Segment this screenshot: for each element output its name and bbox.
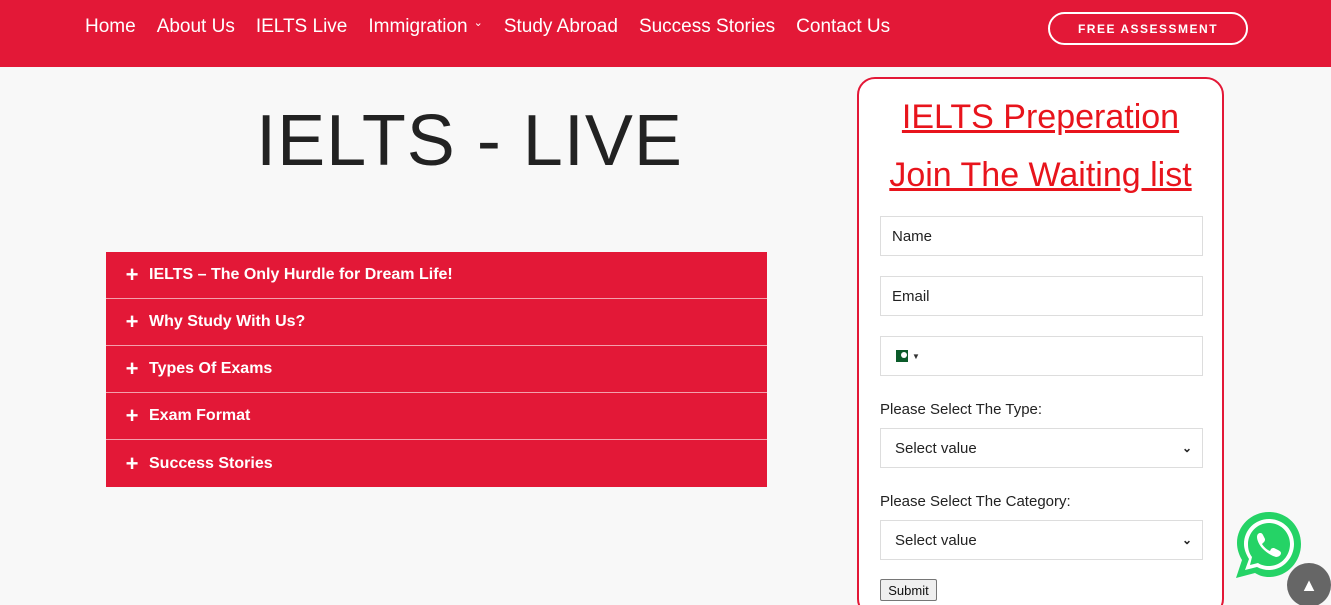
page-title: IELTS - LIVE <box>256 101 683 181</box>
type-label: Please Select The Type: <box>880 401 1043 418</box>
plus-icon: + <box>125 450 139 476</box>
chevron-down-icon: ⌄ <box>1181 441 1192 455</box>
name-field[interactable]: Name <box>880 216 1203 256</box>
submit-button[interactable]: Submit <box>880 579 937 601</box>
chevron-down-icon: ⌄ <box>1181 533 1192 547</box>
category-select-value: Select value <box>895 531 977 549</box>
form-heading-preparation: IELTS Preperation <box>901 98 1180 136</box>
category-select[interactable]: Select value ⌄ <box>880 520 1203 560</box>
pakistan-flag-icon[interactable] <box>892 350 908 362</box>
category-label: Please Select The Category: <box>880 493 1071 510</box>
accordion-item-label: Types Of Exams <box>149 360 273 377</box>
type-select[interactable]: Select value ⌄ <box>880 428 1203 468</box>
nav-immigration-label: Immigration <box>368 16 468 37</box>
nav-immigration[interactable]: Immigration ⌄ <box>368 14 482 40</box>
accordion-item[interactable]: + Success Stories <box>106 440 767 487</box>
chevron-down-icon: ⌄ <box>473 17 483 29</box>
type-select-value: Select value <box>895 439 977 457</box>
free-assessment-button[interactable]: FREE ASSESSMENT <box>1048 12 1248 45</box>
accordion-item[interactable]: + Exam Format <box>106 393 767 440</box>
email-field[interactable]: Email <box>880 276 1203 316</box>
accordion-item[interactable]: + IELTS – The Only Hurdle for Dream Life… <box>106 252 767 299</box>
plus-icon: + <box>125 262 139 287</box>
waiting-list-form-card: IELTS Preperation Join The Waiting list … <box>857 77 1224 605</box>
plus-icon: + <box>125 309 139 334</box>
plus-icon: + <box>125 403 139 428</box>
chevron-up-icon: ▲ <box>1300 574 1318 595</box>
faq-accordion: + IELTS – The Only Hurdle for Dream Life… <box>106 252 767 487</box>
plus-icon: + <box>125 356 139 381</box>
phone-field[interactable]: ▼ <box>880 336 1203 376</box>
accordion-item[interactable]: + Types Of Exams <box>106 346 767 393</box>
accordion-item-label: Exam Format <box>149 407 251 424</box>
nav-study-abroad[interactable]: Study Abroad <box>504 14 618 40</box>
accordion-item-label: Why Study With Us? <box>149 313 306 330</box>
scroll-to-top-button[interactable]: ▲ <box>1287 563 1331 605</box>
top-navigation-bar: Home About Us IELTS Live Immigration ⌄ St… <box>0 0 1331 67</box>
caret-down-icon[interactable]: ▼ <box>912 352 920 361</box>
accordion-item-label: Success Stories <box>149 454 273 472</box>
nav-contact-us[interactable]: Contact Us <box>796 14 890 40</box>
main-nav: Home About Us IELTS Live Immigration ⌄ St… <box>85 14 911 40</box>
form-heading-waiting-list: Join The Waiting list <box>889 156 1192 194</box>
nav-success-stories[interactable]: Success Stories <box>639 14 775 40</box>
nav-about-us[interactable]: About Us <box>157 14 235 40</box>
nav-ielts-live[interactable]: IELTS Live <box>256 14 348 40</box>
nav-home[interactable]: Home <box>85 14 136 40</box>
accordion-item-label: IELTS – The Only Hurdle for Dream Life! <box>149 266 453 283</box>
accordion-item[interactable]: + Why Study With Us? <box>106 299 767 346</box>
